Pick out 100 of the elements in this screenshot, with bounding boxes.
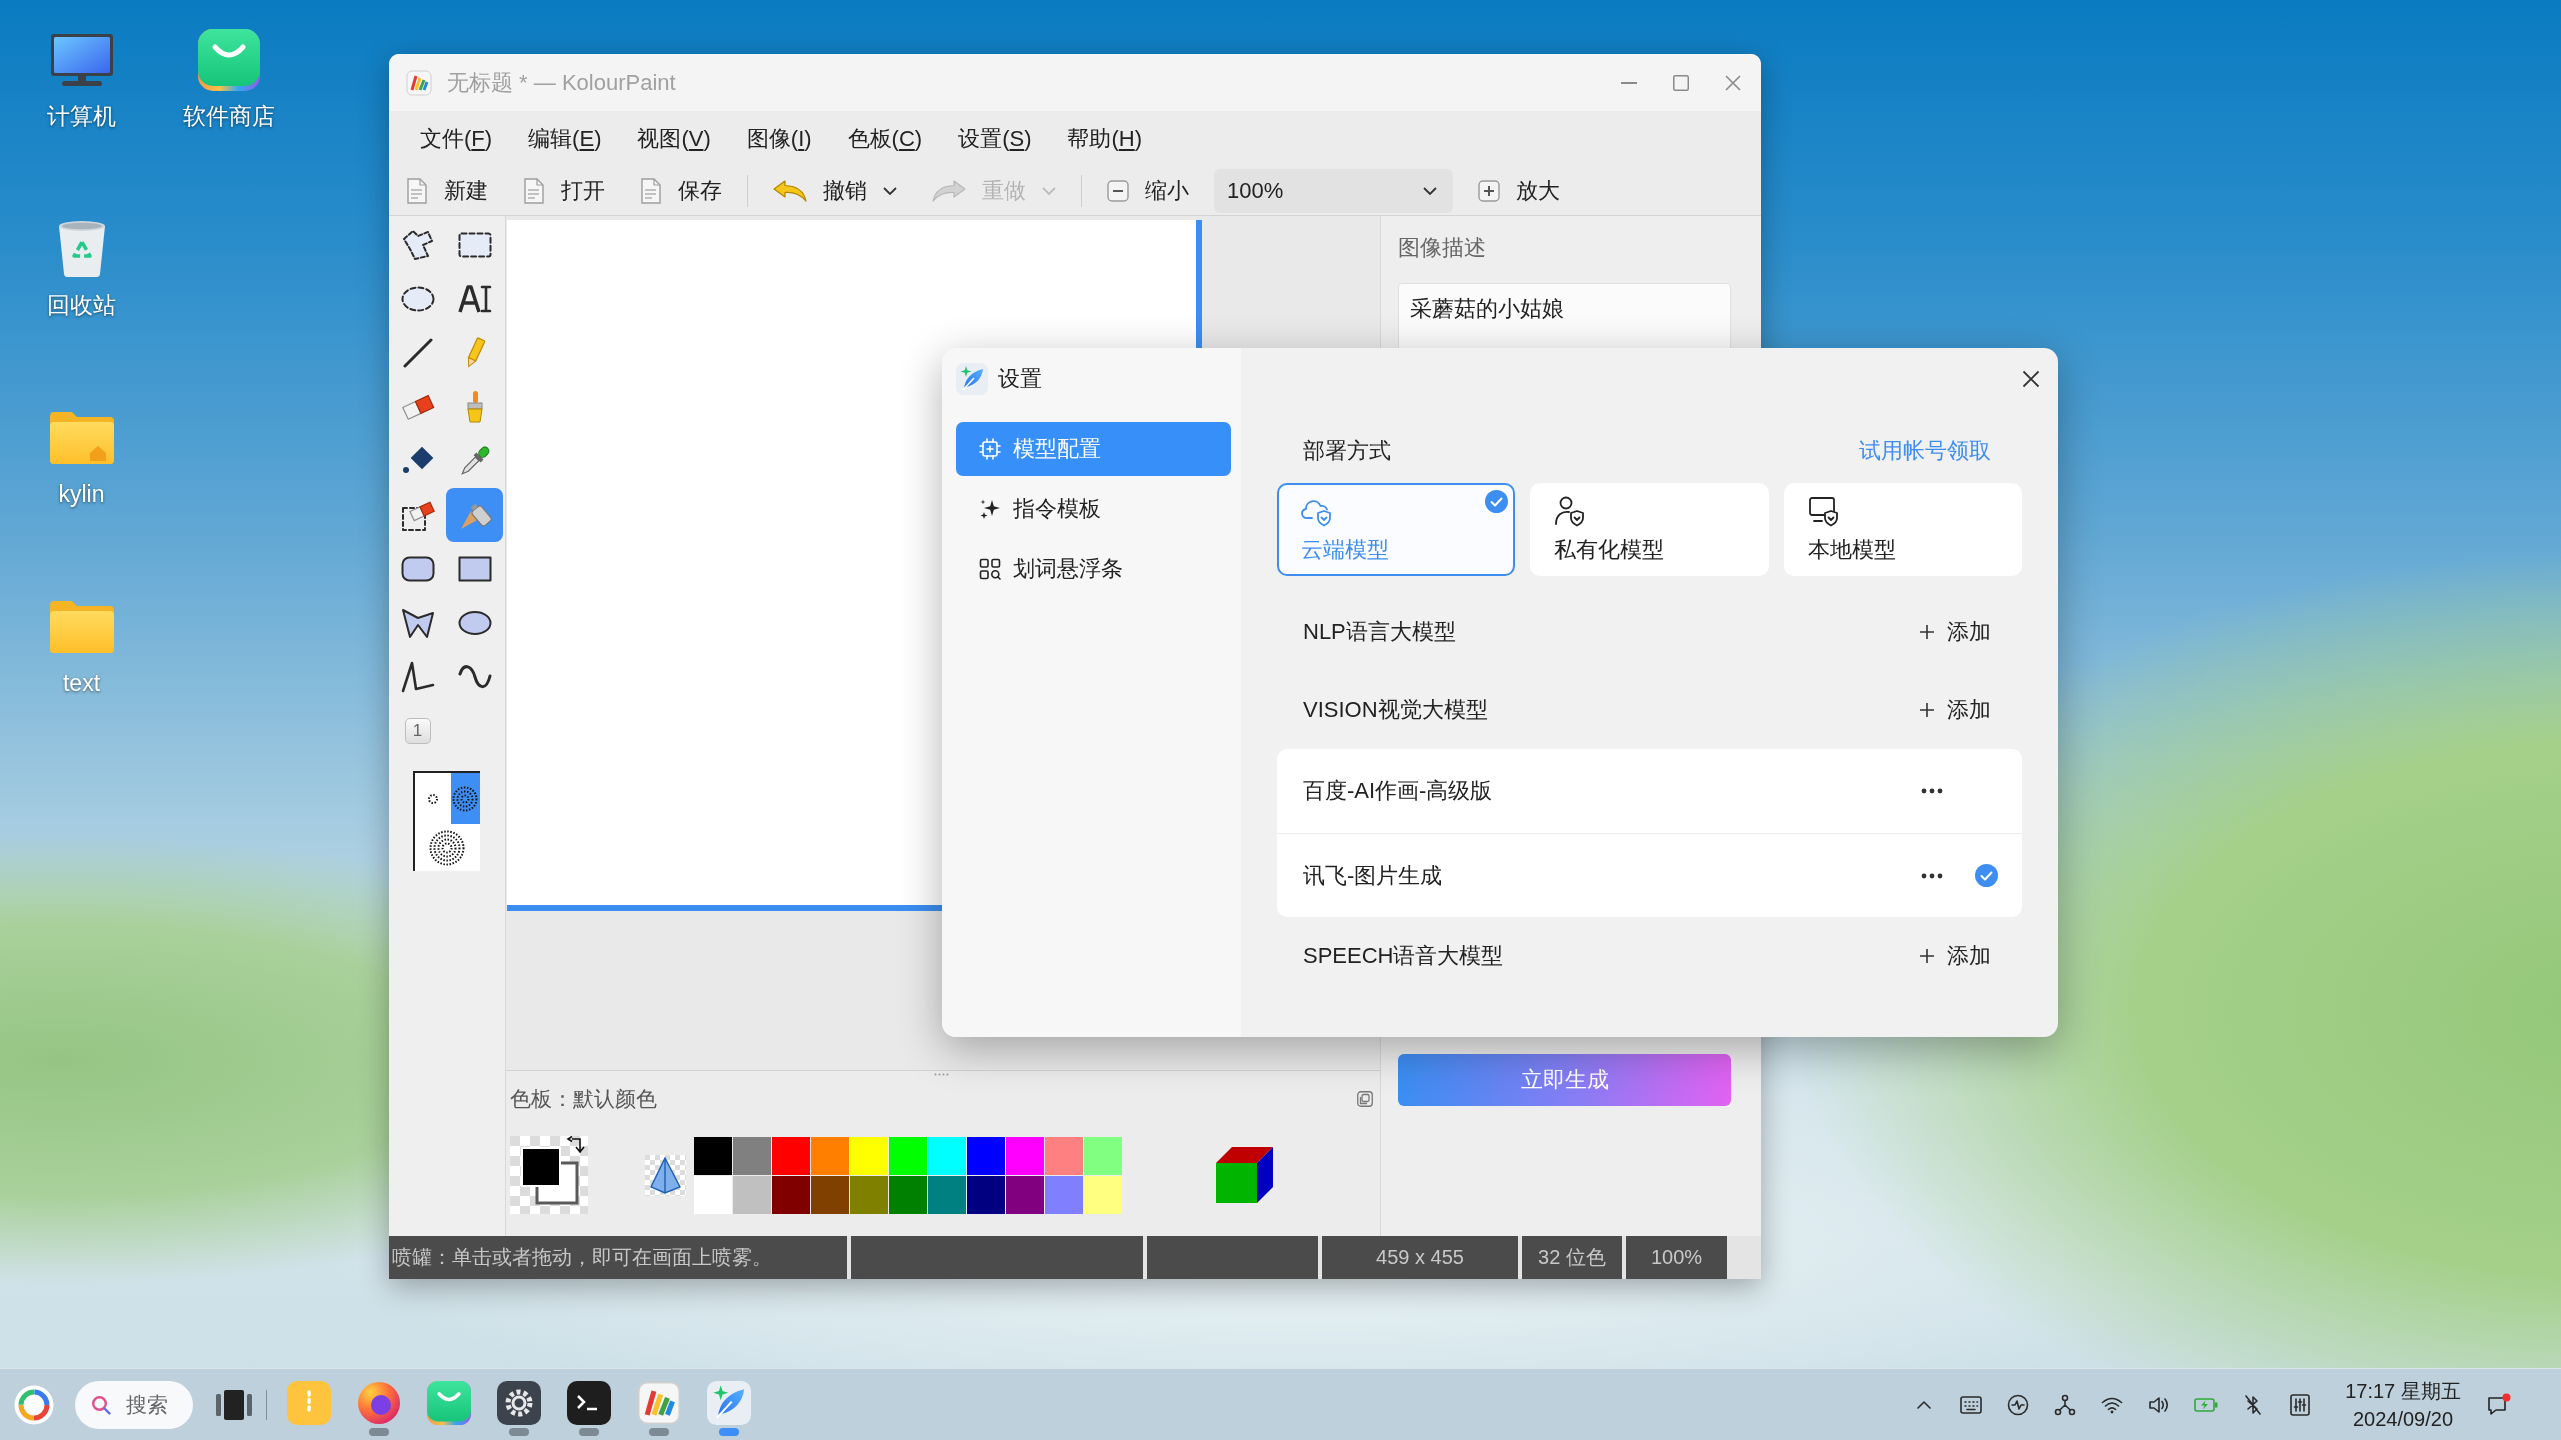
menu-item[interactable]: 帮助(H) [1049,117,1160,161]
dots-tile-icon [287,1381,331,1425]
menu-item[interactable]: 视图(V) [619,117,729,161]
more-icon[interactable] [1921,788,1943,794]
browser-icon [357,1381,401,1425]
category-name: SPEECH语音大模型 [1303,942,1504,970]
spray-size-option[interactable] [450,773,480,824]
feather-app-icon [707,1381,751,1425]
color-swatch-icon[interactable] [967,1175,1005,1214]
color-swatch-icon[interactable] [928,1175,966,1214]
eraser-icon [400,393,435,421]
clock-date: 2024/09/20 [2352,1406,2454,1432]
section-title: 部署方式 [1303,437,1391,465]
sparkle-icon [979,498,1001,520]
color-swatch-icon[interactable] [850,1175,888,1214]
add-button[interactable]: 添加 [1919,617,1991,647]
pyramid-icon[interactable] [645,1154,686,1196]
menu-item[interactable]: 图像(I) [728,117,830,161]
caret-icon [1042,187,1056,195]
menu-item[interactable]: 编辑(E) [510,117,620,161]
model-row[interactable]: 讯飞-图片生成 [1277,833,2022,917]
toolbar-button[interactable]: 打开 [513,170,615,212]
color-swatch-icon[interactable] [772,1175,810,1214]
running-indicator-icon [579,1428,599,1436]
paint-bucket-icon [400,446,435,476]
color-swatch-icon[interactable] [733,1175,771,1214]
color-swatch-icon[interactable] [928,1136,966,1175]
network-nodes-icon[interactable] [2053,1393,2076,1416]
mode-label: 本地模型 [1807,535,1896,564]
desktop-shortcut[interactable]: 计算机 [43,28,120,130]
plus-icon [1919,624,1935,640]
notification-icon[interactable] [2487,1392,2511,1417]
zoom-combo[interactable]: 100% [1214,169,1453,213]
nav-item[interactable]: 指令模板 [956,482,1231,536]
spray-dot-icon [427,793,438,804]
color-swatch-icon[interactable] [1084,1175,1122,1214]
cube-icon[interactable] [1215,1146,1274,1204]
menu-item[interactable]: 设置(S) [940,117,1050,161]
color-swatch-icon[interactable] [694,1175,732,1214]
deploy-mode-card[interactable]: 本地模型 [1783,483,2022,576]
color-swatch-icon[interactable] [850,1136,888,1175]
mode-label: 云端模型 [1301,535,1389,564]
document-icon [640,178,662,204]
color-swatch-icon[interactable] [1084,1136,1122,1175]
option-key-button[interactable]: 1 [404,718,431,744]
toolbar-button[interactable]: 保存 [630,170,732,212]
color-selector-icon[interactable] [510,1136,588,1214]
speaker-icon[interactable] [2147,1394,2170,1415]
document-icon [523,178,545,204]
window-stack-icon[interactable] [216,1389,252,1420]
add-button[interactable]: 添加 [1919,695,1991,725]
bluetooth-off-icon[interactable] [2243,1393,2262,1416]
maximize-icon[interactable] [1673,74,1689,91]
search-field[interactable]: 搜索 [75,1380,193,1429]
chevron-up-icon[interactable] [1915,1399,1932,1410]
add-button[interactable]: 添加 [1919,941,1991,971]
dialog-title: 设置 [998,365,1042,393]
text-tool-icon [457,285,492,313]
minimize-icon[interactable] [1621,81,1637,84]
model-row[interactable]: 百度-AI作画-高级版 [1277,749,2022,833]
sliders-icon[interactable] [2289,1393,2310,1416]
keyboard-icon[interactable] [1959,1395,1982,1414]
zoom-out-icon [1107,180,1129,202]
color-swatch-icon[interactable] [811,1136,849,1175]
status-field: 32 位色 [1522,1236,1622,1279]
color-swatch-icon[interactable] [1045,1136,1083,1175]
color-swatch-icon[interactable] [733,1136,771,1175]
plus-icon [1919,948,1935,964]
color-swatch-icon[interactable] [1006,1175,1044,1214]
overlap-squares-icon[interactable] [1357,1091,1373,1107]
ring-logo-icon[interactable] [14,1384,54,1425]
color-swatch-icon[interactable] [772,1136,810,1175]
color-swatch-icon[interactable] [694,1136,732,1175]
pulse-circle-icon[interactable] [2006,1393,2029,1416]
more-icon[interactable] [1921,872,1943,879]
menu-item[interactable]: 色板(C) [829,117,941,161]
desktop-shortcut[interactable]: 软件商店 [178,28,279,130]
deploy-mode-card[interactable]: 私有化模型 [1530,483,1769,576]
color-swatch-icon[interactable] [1045,1175,1083,1214]
clock-time: 17:17 星期五 [2345,1378,2461,1404]
redo-arrow-icon [932,180,966,202]
toolbar-button[interactable]: 缩小 [1097,170,1199,212]
window-title: 无标题 * — KolourPaint [447,68,676,97]
color-swatch-icon[interactable] [967,1136,1005,1175]
toolbar-button[interactable]: 新建 [396,170,498,212]
running-indicator-icon [369,1428,389,1436]
mode-label: 私有化模型 [1554,535,1665,564]
color-swatch-icon[interactable] [889,1136,927,1175]
color-swatch-icon[interactable] [811,1175,849,1214]
menu-item[interactable]: 文件(F) [402,117,511,161]
toolbar-button[interactable]: 放大 [1468,170,1570,212]
rectangle-icon [457,556,492,582]
wifi-icon[interactable] [2100,1395,2123,1414]
color-swatch-icon[interactable] [1006,1136,1044,1175]
color-swatch-icon[interactable] [889,1175,927,1214]
nav-item[interactable]: 划词悬浮条 [956,542,1231,596]
category-name: VISION视觉大模型 [1303,696,1488,724]
panel-heading: 图像描述 [1398,234,1487,262]
close-icon[interactable] [2022,370,2040,388]
toolbar-button[interactable]: 撤销 [763,170,907,212]
